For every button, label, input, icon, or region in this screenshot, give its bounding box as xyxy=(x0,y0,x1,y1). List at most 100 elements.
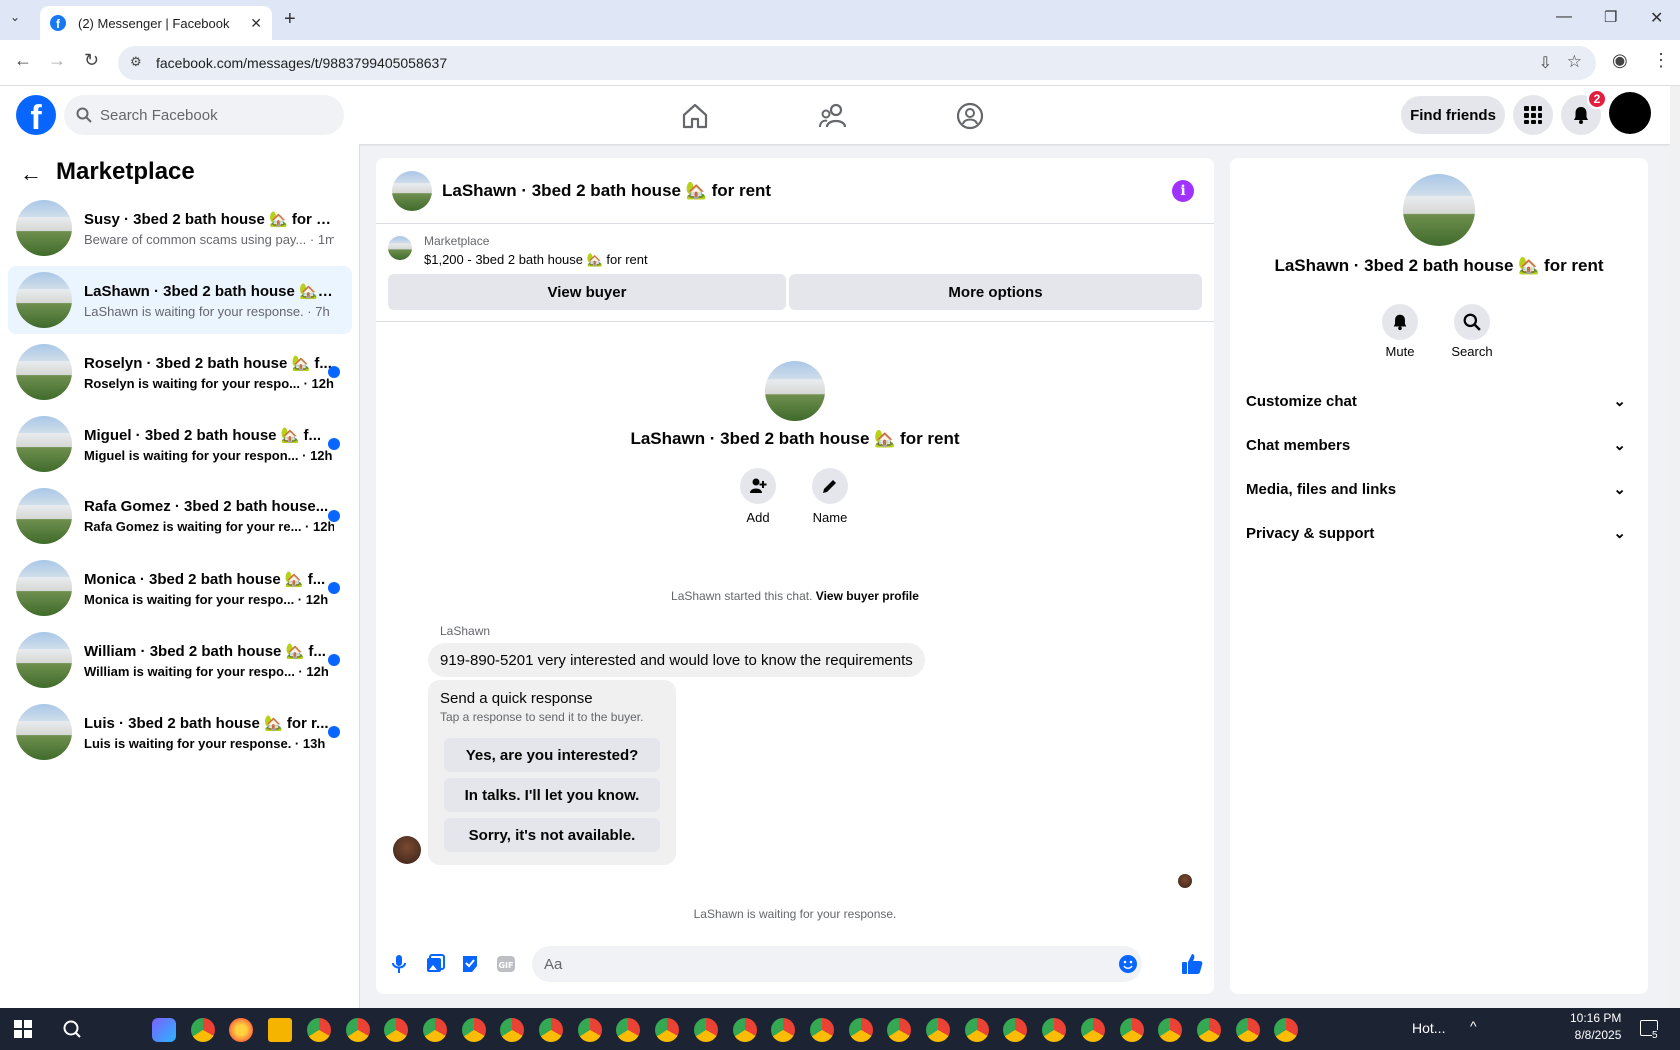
buyer-avatar[interactable] xyxy=(393,836,421,864)
thumbs-up-icon[interactable] xyxy=(1180,952,1204,976)
chrome-app-icon[interactable] xyxy=(306,1018,331,1042)
emoji-icon[interactable] xyxy=(1118,954,1138,974)
taskbar-search-icon[interactable] xyxy=(62,1019,82,1039)
microphone-icon[interactable] xyxy=(390,954,408,974)
chrome-app-icon[interactable] xyxy=(384,1018,409,1042)
restore-icon[interactable]: ❐ xyxy=(1604,8,1617,26)
close-tab-icon[interactable]: ✕ xyxy=(250,15,262,32)
home-icon[interactable] xyxy=(679,100,711,132)
details-profile-picture[interactable] xyxy=(1403,174,1475,246)
name-chat-button[interactable] xyxy=(812,468,848,504)
listing-text[interactable]: $1,200 - 3bed 2 bath house 🏡 for rent xyxy=(424,252,648,268)
conversation-item[interactable]: Monica · 3bed 2 bath house 🏡 f... Monica … xyxy=(8,554,352,622)
chrome-app-icon[interactable] xyxy=(809,1018,834,1042)
message-bubble[interactable]: 919-890-5201 very interested and would l… xyxy=(428,643,925,677)
chrome-app-icon[interactable] xyxy=(190,1018,215,1042)
chrome-app-icon[interactable] xyxy=(926,1018,950,1042)
view-buyer-button[interactable]: View buyer xyxy=(388,274,786,310)
chrome-app-icon[interactable] xyxy=(655,1018,680,1042)
message-input[interactable]: Aa xyxy=(532,946,1142,982)
new-tab-icon[interactable]: + xyxy=(284,8,296,31)
chrome-app-icon[interactable] xyxy=(577,1018,602,1042)
customize-chat-section[interactable]: Customize chat ⌄ xyxy=(1246,392,1626,411)
quick-response-not-available[interactable]: Sorry, it's not available. xyxy=(444,818,660,852)
minimize-icon[interactable]: — xyxy=(1556,8,1572,26)
more-options-button[interactable]: More options xyxy=(789,274,1202,310)
chrome-app-icon[interactable] xyxy=(848,1018,873,1042)
chevron-down-icon: ⌄ xyxy=(1613,481,1626,498)
install-icon[interactable]: ⇩ xyxy=(1539,53,1552,73)
chrome-app-icon[interactable] xyxy=(1042,1018,1067,1042)
chrome-app-icon[interactable] xyxy=(1080,1018,1105,1042)
conversation-item[interactable]: Luis · 3bed 2 bath house 🏡 for r... Luis … xyxy=(8,698,352,766)
mute-button[interactable] xyxy=(1382,304,1418,340)
windows-start-icon[interactable] xyxy=(14,1020,32,1038)
photo-icon[interactable] xyxy=(425,954,445,974)
chrome-app-icon[interactable] xyxy=(771,1018,796,1042)
chrome-app-icon[interactable] xyxy=(345,1018,370,1042)
back-arrow-icon[interactable]: ← xyxy=(20,161,42,187)
chrome-app-icon[interactable] xyxy=(1119,1018,1144,1042)
add-people-button[interactable] xyxy=(740,468,776,504)
firefox-app-icon[interactable] xyxy=(229,1018,254,1042)
site-info-icon[interactable]: ⚙ xyxy=(130,54,142,70)
groups-icon[interactable] xyxy=(954,100,986,132)
chrome-app-icon[interactable] xyxy=(732,1018,757,1042)
sticker-icon[interactable] xyxy=(460,954,480,974)
bookmark-star-icon[interactable]: ☆ xyxy=(1567,52,1582,72)
privacy-support-section[interactable]: Privacy & support ⌄ xyxy=(1246,524,1626,543)
conversation-item[interactable]: Miguel · 3bed 2 bath house 🏡 f... Miguel … xyxy=(8,410,352,478)
conversation-item[interactable]: Susy · 3bed 2 bath house 🏡 for rent Bewar… xyxy=(8,194,352,262)
forward-icon[interactable]: → xyxy=(48,50,66,71)
chrome-app-icon[interactable] xyxy=(1235,1018,1260,1042)
gif-icon[interactable]: GIF xyxy=(496,955,516,973)
page-scrollbar[interactable] xyxy=(1670,86,1680,1008)
chrome-app-icon[interactable] xyxy=(1003,1018,1028,1042)
search-facebook-input[interactable]: Search Facebook xyxy=(64,95,344,135)
listing-thumbnail[interactable] xyxy=(388,236,412,260)
chrome-app-icon[interactable] xyxy=(500,1018,525,1042)
conversation-item[interactable]: William · 3bed 2 bath house 🏡 f... Willia… xyxy=(8,626,352,694)
chrome-app-icon[interactable] xyxy=(461,1018,486,1042)
find-friends-button[interactable]: Find friends xyxy=(1401,96,1505,134)
search-in-chat-button[interactable] xyxy=(1454,304,1490,340)
close-window-icon[interactable]: ✕ xyxy=(1650,8,1663,28)
menu-grid-button[interactable] xyxy=(1513,95,1553,135)
back-icon[interactable]: ← xyxy=(14,50,32,71)
message-placeholder: Aa xyxy=(544,955,563,973)
chrome-app-icon[interactable] xyxy=(887,1018,912,1042)
copilot-app-icon[interactable] xyxy=(152,1018,176,1042)
weather-text[interactable]: Hot... xyxy=(1412,1020,1445,1036)
info-icon[interactable]: i xyxy=(1172,180,1194,202)
quick-response-in-talks[interactable]: In talks. I'll let you know. xyxy=(444,778,660,812)
conversation-item[interactable]: Roselyn · 3bed 2 bath house 🏡 f... Rosely… xyxy=(8,338,352,406)
quick-response-yes[interactable]: Yes, are you interested? xyxy=(444,738,660,772)
chrome-app-icon[interactable] xyxy=(1158,1018,1183,1042)
reload-icon[interactable]: ↻ xyxy=(84,50,99,71)
account-avatar[interactable] xyxy=(1609,92,1651,134)
conversation-item[interactable]: LaShawn · 3bed 2 bath house 🏡 f... LaShaw… xyxy=(8,266,352,334)
media-files-links-section[interactable]: Media, files and links ⌄ xyxy=(1246,480,1626,499)
chrome-app-icon[interactable] xyxy=(693,1018,718,1042)
tab-search-icon[interactable]: ⌄ xyxy=(10,10,20,24)
chat-thumbnail[interactable] xyxy=(392,170,432,211)
chrome-app-icon[interactable] xyxy=(1274,1018,1299,1042)
menu-icon[interactable]: ⋮ xyxy=(1652,50,1670,71)
chrome-app-icon[interactable] xyxy=(1196,1018,1221,1042)
chrome-app-icon[interactable] xyxy=(616,1018,641,1042)
chrome-app-icon[interactable] xyxy=(539,1018,563,1042)
chat-members-section[interactable]: Chat members ⌄ xyxy=(1246,436,1626,455)
view-buyer-profile-link[interactable]: View buyer profile xyxy=(816,589,919,603)
friends-icon[interactable] xyxy=(817,100,849,132)
facebook-logo-icon[interactable]: f xyxy=(16,95,56,135)
file-explorer-icon[interactable] xyxy=(268,1018,293,1042)
profile-icon[interactable]: ◉ xyxy=(1612,50,1628,71)
conversation-item[interactable]: Rafa Gomez · 3bed 2 bath house... Rafa Go… xyxy=(8,482,352,550)
url-field[interactable]: ⚙ facebook.com/messages/t/98837994050586… xyxy=(118,46,1596,80)
browser-tab[interactable]: f (2) Messenger | Facebook ✕ xyxy=(40,6,272,40)
clock[interactable]: 10:16 PM 8/8/2025 xyxy=(1570,1011,1621,1042)
chrome-app-icon[interactable] xyxy=(964,1018,989,1042)
chrome-app-icon[interactable] xyxy=(422,1018,447,1042)
tray-chevron-icon[interactable]: ^ xyxy=(1470,1018,1477,1034)
chat-title[interactable]: LaShawn · 3bed 2 bath house 🏡 for rent xyxy=(442,181,771,201)
